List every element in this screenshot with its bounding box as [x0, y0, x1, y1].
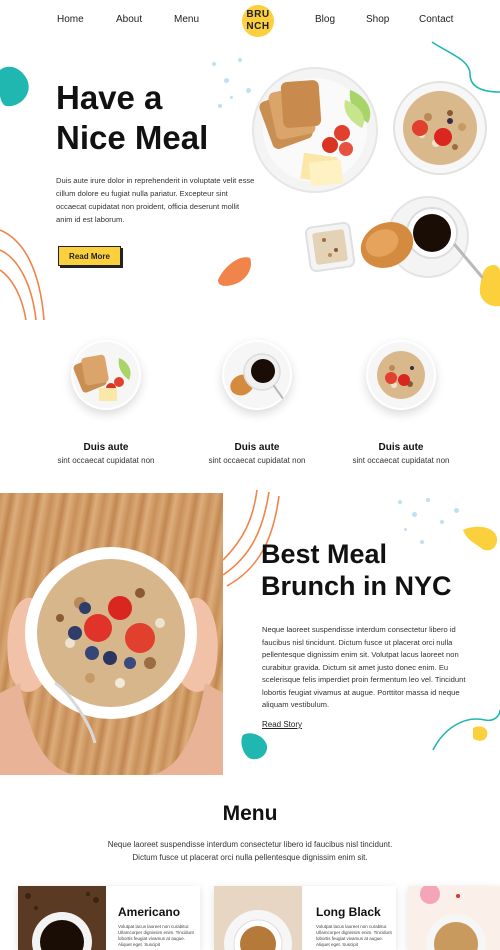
hero-food-image	[252, 67, 487, 279]
blue-dot	[426, 498, 430, 502]
menu-card-desc: Volutpat lacus laoreet non curabitur. Ul…	[118, 924, 194, 947]
blue-dot	[238, 58, 242, 62]
blue-dot	[412, 512, 417, 517]
brunch-photo	[0, 493, 223, 775]
read-story-link[interactable]: Read Story	[262, 720, 302, 729]
hero-title-line-1: Have a	[56, 79, 163, 116]
feature-title: Duis aute	[234, 442, 280, 453]
blue-dot	[212, 62, 216, 66]
hero-title-line-2: Nice Meal	[56, 119, 209, 156]
granola-bowl-photo	[0, 547, 223, 775]
blue-dot	[454, 508, 459, 513]
feature-title: Duis aute	[378, 442, 424, 453]
orange-line	[0, 269, 27, 321]
toast-plate-image	[73, 342, 139, 408]
long-black-image	[214, 886, 302, 950]
brunch-title: Best Meal Brunch in NYC	[261, 538, 481, 602]
read-more-button[interactable]: Read More	[58, 246, 121, 266]
granola-bowl-icon	[366, 340, 436, 410]
orange-blob-icon	[218, 257, 252, 286]
hero-paragraph: Duis aute irure dolor in reprehenderit i…	[56, 176, 255, 224]
yellow-blob-icon	[473, 726, 488, 741]
menu-title: Menu	[222, 802, 278, 825]
menu-card-title: Long Black	[316, 905, 381, 919]
feature-item: Duis aute sint occaecat cupidatat non	[46, 340, 166, 465]
blue-dot	[440, 520, 444, 524]
hero-title: Have a Nice Meal	[56, 78, 256, 158]
teal-blob-icon	[241, 733, 268, 760]
feature-subtitle: sint occaecat cupidatat non	[352, 456, 450, 465]
menu-card-desc: Volutpat lacus laoreet non curabitur. Ul…	[316, 924, 392, 947]
menu-card[interactable]	[408, 886, 500, 950]
feature-item: Duis aute sint occaecat cupidatat non	[197, 340, 317, 465]
toast-plate-icon	[71, 340, 141, 410]
feature-subtitle: sint occaecat cupidatat non	[208, 456, 306, 465]
brunch-paragraph: Neque laoreet suspendisse interdum conse…	[262, 625, 466, 709]
coffee-image	[224, 342, 290, 408]
latte-image	[408, 886, 500, 950]
americano-image	[18, 886, 106, 950]
menu-card[interactable]: Long Black Volutpat lacus laoreet non cu…	[214, 886, 396, 950]
orange-line	[223, 489, 258, 561]
menu-paragraph: Neque laoreet suspendisse interdum conse…	[107, 840, 393, 862]
feature-title: Duis aute	[83, 442, 129, 453]
feature-item: Duis aute sint occaecat cupidatat non	[341, 340, 461, 465]
menu-card[interactable]: Americano Volutpat lacus laoreet non cur…	[18, 886, 200, 950]
teal-blob-icon	[0, 66, 29, 107]
brunch-title-line-1: Best Meal	[261, 539, 388, 569]
blue-dot	[404, 528, 407, 531]
blue-dot	[398, 500, 402, 504]
granola-image	[368, 342, 434, 408]
feature-subtitle: sint occaecat cupidatat non	[57, 456, 155, 465]
coffee-cup-icon	[222, 340, 292, 410]
teal-line	[432, 709, 500, 751]
menu-card-title: Americano	[118, 905, 181, 919]
brunch-title-line-2: Brunch in NYC	[261, 571, 452, 601]
